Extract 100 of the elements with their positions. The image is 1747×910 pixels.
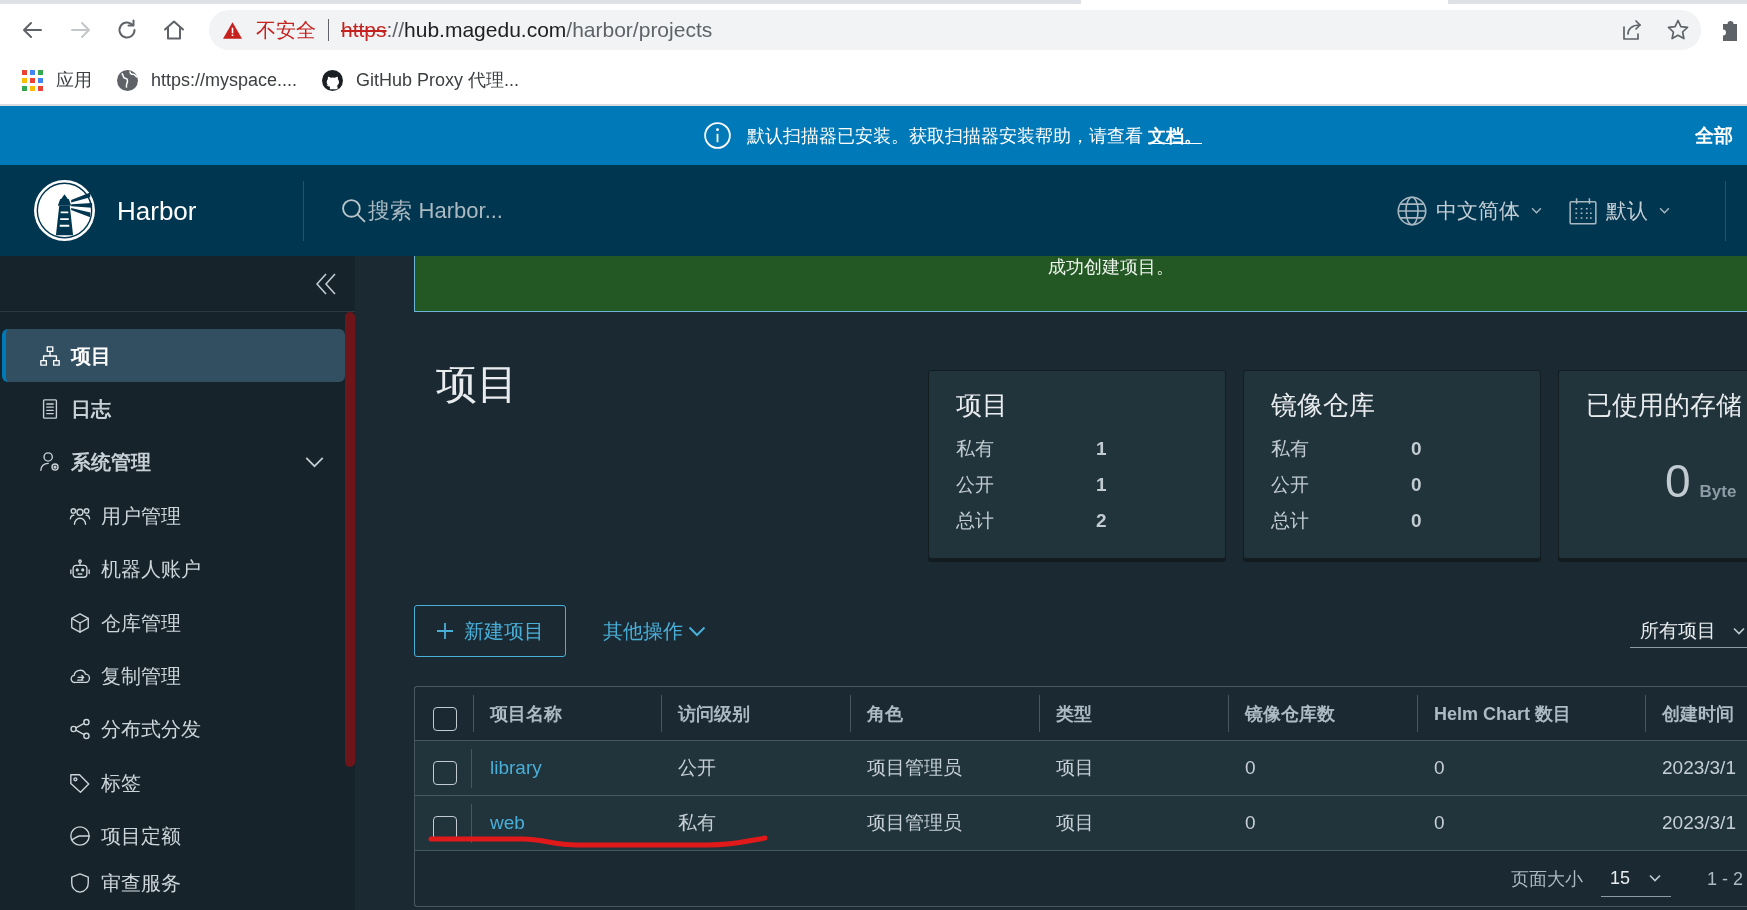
caret-icon xyxy=(1648,874,1661,882)
stat-value: 0 xyxy=(1411,438,1422,460)
stat-value: 1 xyxy=(1096,438,1107,460)
tag-icon xyxy=(69,771,91,794)
sidebar-item[interactable]: 系统管理 xyxy=(2,435,345,490)
warning-icon xyxy=(223,21,242,39)
stat-label: 总计 xyxy=(956,510,995,532)
bookmark-link[interactable]: 应用 xyxy=(22,69,92,91)
cube-icon xyxy=(69,611,91,634)
app-title: Harbor xyxy=(117,195,197,226)
share-nodes-icon xyxy=(69,718,91,741)
stat-value: 0 xyxy=(1411,474,1422,496)
stat-value: 1 xyxy=(1096,474,1107,496)
security-label[interactable]: 不安全 xyxy=(256,18,316,42)
project-name-link[interactable]: library xyxy=(490,757,542,779)
sidebar-item[interactable]: 项目定额 xyxy=(2,809,345,863)
storage-unit: Byte xyxy=(1699,482,1737,502)
bookmark-link[interactable]: GitHub Proxy 代理... xyxy=(322,69,520,91)
apps-grid-icon xyxy=(22,69,43,91)
table-cell: 公开 xyxy=(678,757,716,779)
more-actions-dropdown[interactable]: 其他操作 xyxy=(603,617,706,645)
table-cell: 2023/3/1 xyxy=(1662,812,1736,834)
share-icon[interactable] xyxy=(1620,18,1644,42)
scrollbar-thumb[interactable] xyxy=(345,312,355,767)
card-title: 镜像仓库 xyxy=(1271,390,1375,420)
bookmark-link[interactable]: https://myspace.... xyxy=(117,69,298,91)
sidebar-item[interactable]: 项目 xyxy=(2,329,345,383)
card-title: 项目 xyxy=(956,390,1008,420)
caret-icon xyxy=(1531,207,1542,214)
stat-label: 总计 xyxy=(1271,510,1310,532)
double-chevron-left-icon[interactable] xyxy=(316,272,336,295)
table-cell: 私有 xyxy=(678,812,716,834)
cat-logo-icon xyxy=(322,69,344,91)
stat-label: 公开 xyxy=(1271,474,1310,496)
stat-label: 私有 xyxy=(1271,438,1310,460)
select-all-checkbox[interactable] xyxy=(433,706,457,731)
search-icon[interactable] xyxy=(341,198,367,223)
stat-value: 0 xyxy=(1411,510,1422,532)
search-field[interactable]: 搜索 Harbor... xyxy=(368,196,589,225)
puzzle-piece-icon[interactable] xyxy=(1723,19,1737,41)
star-icon[interactable] xyxy=(1666,18,1690,42)
robot-icon xyxy=(69,558,91,581)
column-header: 类型 xyxy=(1056,702,1092,725)
table-cell: 0 xyxy=(1434,757,1445,779)
table-cell: 2023/3/1 xyxy=(1662,757,1736,779)
column-header: 项目名称 xyxy=(490,702,562,725)
page-size-select[interactable]: 15 xyxy=(1600,860,1671,897)
pagination-range: 1 - 2 xyxy=(1706,867,1743,890)
chevron-down-icon[interactable] xyxy=(305,456,324,468)
banner-message: 默认扫描器已安装。获取扫描器安装帮助，请查看 文档。 xyxy=(747,124,1202,147)
hierarchy-icon xyxy=(39,344,61,367)
table-cell: 0 xyxy=(1245,757,1256,779)
column-header: 镜像仓库数 xyxy=(1245,702,1335,725)
table-cell: 0 xyxy=(1245,812,1256,834)
table-cell: 项目 xyxy=(1056,812,1094,834)
language-dropdown[interactable]: 中文简体 xyxy=(1397,195,1542,226)
project-filter-dropdown[interactable]: 所有项目 xyxy=(1630,614,1747,648)
docs-link[interactable]: 文档。 xyxy=(1148,125,1202,146)
calendar-icon xyxy=(1569,196,1597,225)
sidebar-item[interactable]: 用户管理 xyxy=(2,489,345,543)
page-title: 项目 xyxy=(436,360,518,408)
column-header: Helm Chart 数目 xyxy=(1434,702,1572,725)
gauge-icon xyxy=(69,825,91,848)
theme-dropdown[interactable]: 默认 xyxy=(1569,196,1670,225)
info-icon xyxy=(704,122,731,149)
stat-label: 私有 xyxy=(956,438,995,460)
shield-icon xyxy=(69,871,91,894)
row-checkbox[interactable] xyxy=(433,761,457,785)
caret-icon xyxy=(1659,207,1670,214)
alert-message: 成功创建项目。 xyxy=(1048,257,1174,277)
user-gear-icon xyxy=(39,451,61,474)
globe-icon xyxy=(1397,195,1427,226)
column-header: 创建时间 xyxy=(1662,702,1734,725)
stat-value: 2 xyxy=(1096,510,1107,532)
sidebar-item[interactable]: 审查服务 xyxy=(2,862,345,903)
column-header: 角色 xyxy=(867,702,903,725)
plus-icon xyxy=(437,623,453,639)
sidebar-item[interactable]: 标签 xyxy=(2,756,345,810)
table-cell: 项目管理员 xyxy=(867,812,962,834)
url-text: https://hub.magedu.com/harbor/projects xyxy=(341,18,713,42)
page-size-label: 页面大小 xyxy=(1510,867,1583,890)
caret-icon xyxy=(688,625,706,637)
sidebar-item[interactable]: 机器人账户 xyxy=(2,542,345,596)
sidebar-item[interactable]: 日志 xyxy=(2,382,345,436)
home-icon[interactable] xyxy=(162,18,186,42)
column-header: 访问级别 xyxy=(678,702,750,725)
card-title: 已使用的存储 xyxy=(1586,390,1742,420)
stat-label: 公开 xyxy=(956,474,995,496)
address-bar[interactable]: 不安全 https://hub.magedu.com/harbor/projects xyxy=(209,10,1701,50)
caret-icon xyxy=(1733,626,1745,635)
table-cell: 0 xyxy=(1434,812,1445,834)
sidebar-item[interactable]: 仓库管理 xyxy=(2,595,345,650)
table-cell: 项目 xyxy=(1056,757,1094,779)
new-project-button[interactable]: 新建项目 xyxy=(414,605,566,657)
sidebar-item[interactable]: 分布式分发 xyxy=(2,702,345,757)
project-name-link[interactable]: web xyxy=(490,812,525,834)
globe-icon xyxy=(117,69,138,91)
banner-action-link[interactable]: 全部 xyxy=(1695,124,1733,147)
sidebar-item[interactable]: 复制管理 xyxy=(2,649,345,703)
lighthouse-logo-icon[interactable] xyxy=(34,180,95,241)
